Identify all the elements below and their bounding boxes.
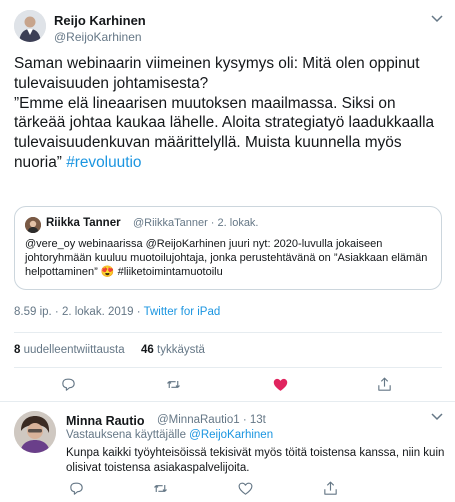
like-button[interactable] (270, 374, 290, 394)
tweet-timestamp: 8.59 ip. · 2. lokak. 2019 · Twitter for … (14, 306, 220, 318)
replying-to: Vastauksena käyttäjälle @ReijoKarhinen (66, 429, 273, 441)
reply-author-meta[interactable]: @MinnaRautio1 · 13t (157, 414, 266, 426)
reply-button[interactable] (66, 478, 86, 498)
tweet-source-link[interactable]: Twitter for iPad (144, 306, 221, 318)
divider (14, 332, 442, 333)
quoted-author-avatar (25, 217, 41, 233)
likes-count: 46 (141, 344, 154, 356)
reply-button[interactable] (58, 374, 78, 394)
quoted-author-meta: @RiikkaTanner · 2. lokak. (133, 217, 259, 229)
like-icon (238, 482, 252, 495)
chevron-down-icon[interactable] (431, 12, 443, 26)
retweets-label: uudelleentwiittausta (20, 344, 125, 356)
author-name[interactable]: Reijo Karhinen (54, 13, 146, 28)
like-button[interactable] (235, 478, 255, 498)
quoted-author-name: Riikka Tanner (46, 217, 121, 229)
chevron-down-icon[interactable] (431, 410, 443, 424)
quoted-tweet[interactable]: Riikka Tanner @RiikkaTanner · 2. lokak. … (14, 206, 442, 290)
hashtag-link[interactable]: #revoluutio (66, 154, 141, 171)
retweet-icon (166, 380, 180, 388)
likes-stat[interactable]: 46 tykkäystä (141, 344, 205, 356)
share-button[interactable] (320, 478, 340, 498)
divider (14, 367, 442, 368)
tweet-stats: 8 uudelleentwiittausta 46 tykkäystä (14, 344, 205, 356)
share-icon (323, 481, 337, 495)
share-button[interactable] (374, 374, 394, 394)
reply-author-avatar[interactable] (14, 411, 56, 453)
retweet-button[interactable] (150, 478, 170, 498)
reply-icon (69, 482, 83, 495)
retweet-button[interactable] (163, 374, 183, 394)
replying-to-mention[interactable]: @ReijoKarhinen (189, 429, 273, 441)
quoted-tweet-text: @vere_oy webinaarissa @ReijoKarhinen juu… (25, 238, 428, 279)
reply-author-name[interactable]: Minna Rautio (66, 414, 144, 428)
retweets-stat[interactable]: 8 uudelleentwiittausta (14, 344, 125, 356)
like-icon (273, 378, 287, 391)
author-avatar[interactable] (14, 10, 46, 42)
divider (0, 401, 455, 402)
author-handle[interactable]: @ReijoKarhinen (54, 30, 142, 44)
timestamp-text[interactable]: 8.59 ip. · 2. lokak. 2019 · (14, 306, 144, 318)
reply-icon (61, 378, 75, 391)
retweet-icon (153, 484, 167, 492)
reply-tweet-text: Kunpa kaikki työyhteisöissä tekisivät my… (66, 447, 445, 474)
replying-prefix: Vastauksena käyttäjälle (66, 429, 190, 441)
share-icon (377, 377, 391, 391)
tweet-text: Saman webinaarin viimeinen kysymys oli: … (14, 54, 442, 173)
likes-label: tykkäystä (153, 344, 205, 356)
